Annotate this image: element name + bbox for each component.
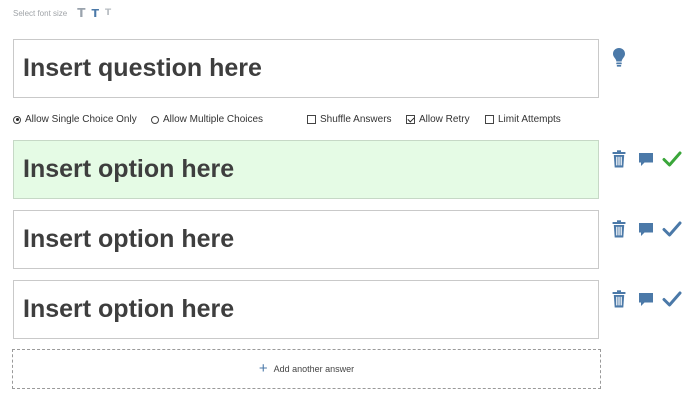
plus-icon: + bbox=[258, 360, 268, 377]
question-input[interactable]: Insert question here bbox=[13, 39, 599, 98]
comment-icon[interactable] bbox=[638, 152, 654, 167]
comment-icon[interactable] bbox=[638, 222, 654, 237]
limit-attempts-label: Limit Attempts bbox=[498, 114, 561, 125]
add-answer-button[interactable]: + Add another answer bbox=[12, 349, 601, 389]
font-size-selector: Select font size T T T bbox=[13, 5, 111, 21]
single-choice-label: Allow Single Choice Only bbox=[25, 114, 137, 125]
font-size-large-button[interactable]: T bbox=[77, 7, 85, 19]
multiple-choice-radio[interactable] bbox=[151, 115, 159, 124]
comment-icon[interactable] bbox=[638, 292, 654, 307]
limit-attempts-checkbox[interactable] bbox=[485, 115, 494, 124]
trash-icon[interactable] bbox=[612, 290, 626, 308]
font-size-small-button[interactable]: T bbox=[105, 8, 111, 18]
allow-retry-checkbox[interactable] bbox=[406, 115, 415, 124]
shuffle-answers-label: Shuffle Answers bbox=[320, 114, 392, 125]
shuffle-answers-option[interactable]: Shuffle Answers bbox=[307, 114, 392, 125]
allow-retry-option[interactable]: Allow Retry bbox=[406, 114, 470, 125]
option-tools-1 bbox=[612, 150, 684, 170]
option-text: Insert option here bbox=[23, 295, 235, 323]
multiple-choice-option[interactable]: Allow Multiple Choices bbox=[151, 114, 263, 125]
single-choice-option[interactable]: Allow Single Choice Only bbox=[13, 114, 137, 125]
font-size-label: Select font size bbox=[13, 8, 68, 18]
font-size-medium-button[interactable]: T bbox=[91, 8, 99, 19]
check-icon[interactable] bbox=[662, 220, 682, 238]
trash-icon[interactable] bbox=[612, 220, 626, 238]
single-choice-radio[interactable] bbox=[13, 115, 21, 124]
check-icon[interactable] bbox=[662, 150, 682, 168]
question-text: Insert question here bbox=[23, 54, 262, 82]
option-input-2[interactable]: Insert option here bbox=[13, 210, 599, 269]
check-icon[interactable] bbox=[662, 290, 682, 308]
option-text: Insert option here bbox=[23, 225, 235, 253]
limit-attempts-option[interactable]: Limit Attempts bbox=[485, 114, 561, 125]
lightbulb-icon[interactable] bbox=[612, 47, 626, 69]
option-input-3[interactable]: Insert option here bbox=[13, 280, 599, 339]
allow-retry-label: Allow Retry bbox=[419, 114, 470, 125]
option-tools-2 bbox=[612, 220, 684, 240]
option-input-1[interactable]: Insert option here bbox=[13, 140, 599, 199]
multiple-choice-label: Allow Multiple Choices bbox=[163, 114, 264, 125]
trash-icon[interactable] bbox=[612, 150, 626, 168]
add-answer-label: Add another answer bbox=[273, 364, 355, 374]
shuffle-answers-checkbox[interactable] bbox=[307, 115, 316, 124]
option-text: Insert option here bbox=[23, 155, 235, 183]
answer-settings-bar: Allow Single Choice Only Allow Multiple … bbox=[13, 114, 599, 128]
option-tools-3 bbox=[612, 290, 684, 310]
